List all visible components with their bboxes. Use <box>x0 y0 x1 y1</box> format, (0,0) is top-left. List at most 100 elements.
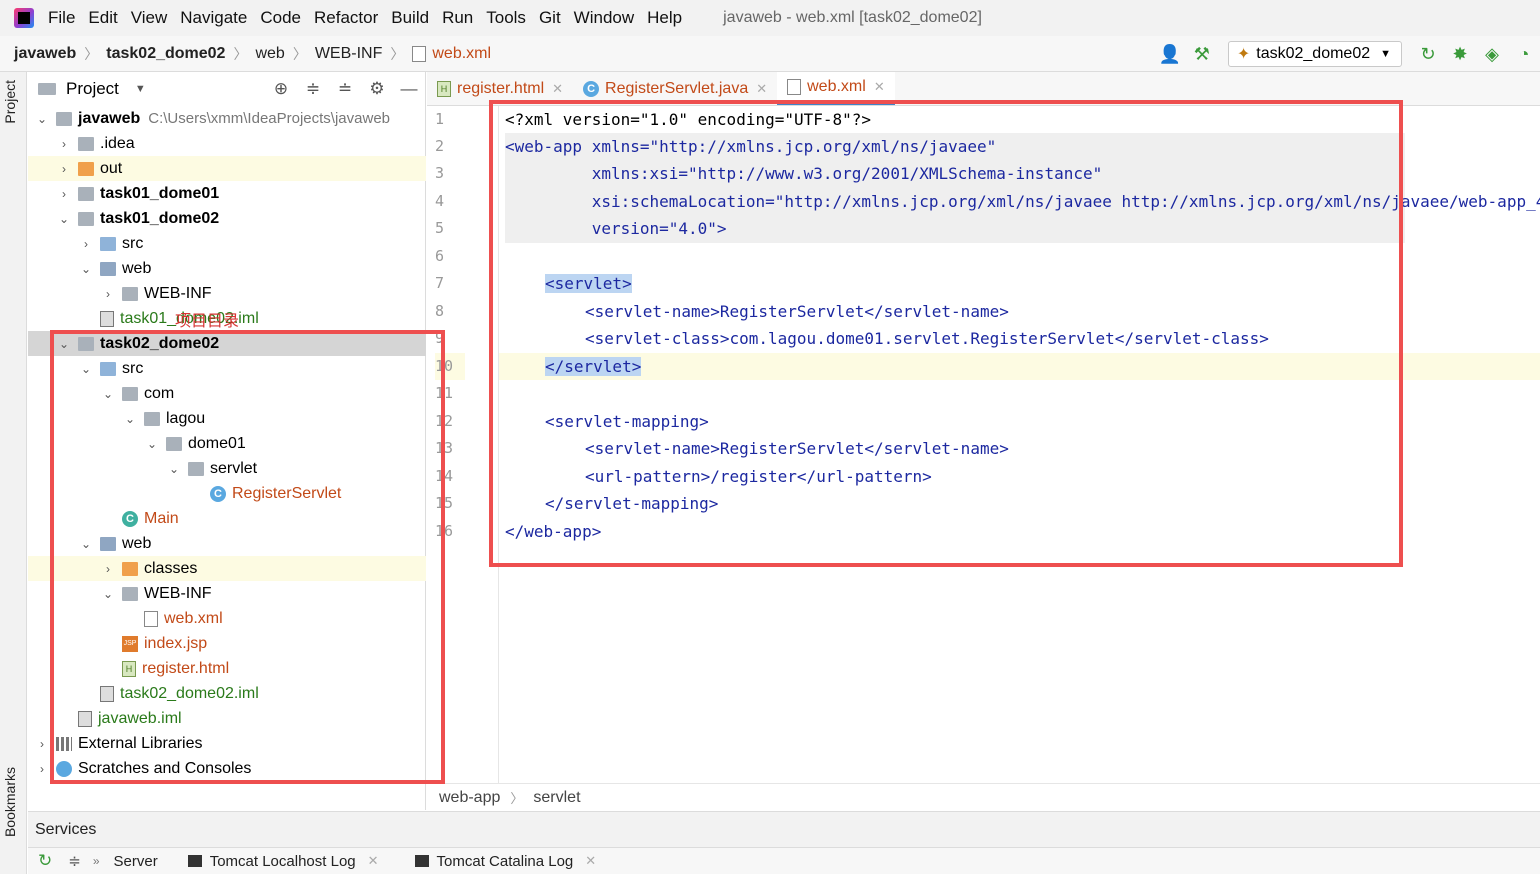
user-icon[interactable]: 👤 <box>1159 43 1181 65</box>
chevron-down-icon[interactable]: ⌄ <box>78 262 94 276</box>
menu-build[interactable]: Build <box>391 8 429 28</box>
tree-row[interactable]: ⌄ javaweb C:\Users\xmm\IdeaProjects\javawe… <box>28 106 426 131</box>
line-number: 3 <box>435 164 445 182</box>
tree-row[interactable]: Hregister.html <box>28 656 426 681</box>
more-icon[interactable]: » <box>93 854 100 868</box>
services-title[interactable]: Services <box>35 821 96 839</box>
tree-row[interactable]: ⌄ dome01 <box>28 431 426 456</box>
menu-help[interactable]: Help <box>647 8 682 28</box>
bookmarks-tool-tab[interactable]: Bookmarks <box>2 767 18 837</box>
tree-row[interactable]: ⌄ servlet <box>28 456 426 481</box>
tab-tomcat-catalina-log[interactable]: Tomcat Catalina Log <box>437 853 574 870</box>
code-editor[interactable]: <?xml version="1.0" encoding="UTF-8"?> <… <box>499 106 1540 786</box>
tree-row[interactable]: › Scratches and Consoles <box>28 756 426 781</box>
tree-row[interactable]: › External Libraries <box>28 731 426 756</box>
tree-row[interactable]: ⌄ lagou <box>28 406 426 431</box>
close-icon[interactable]: ✕ <box>552 81 563 97</box>
project-view-icon <box>38 83 56 95</box>
close-icon[interactable]: ✕ <box>368 853 379 869</box>
tree-row[interactable]: ⌄ web <box>28 531 426 556</box>
chevron-right-icon[interactable]: › <box>56 187 72 201</box>
breadcrumb-task02[interactable]: task02_dome02 <box>106 45 225 63</box>
chevron-right-icon[interactable]: › <box>56 137 72 151</box>
tab-register-html[interactable]: Hregister.html ✕ <box>427 72 573 105</box>
refresh-icon[interactable]: ↻ <box>38 851 52 871</box>
profile-icon[interactable]: ◔ <box>1513 43 1535 65</box>
build-hammer-icon[interactable]: ⚒ <box>1191 43 1213 65</box>
breadcrumb-web-app[interactable]: web-app <box>439 789 500 807</box>
collapse-all-icon[interactable]: ≐ <box>334 78 356 100</box>
expand-all-icon[interactable]: ≑ <box>302 78 324 100</box>
tree-row[interactable]: ⌄ web <box>28 256 426 281</box>
tree-row[interactable]: web.xml <box>28 606 426 631</box>
close-icon[interactable]: ✕ <box>585 853 596 869</box>
chevron-down-icon[interactable]: ⌄ <box>100 387 116 401</box>
menu-tools[interactable]: Tools <box>486 8 526 28</box>
chevron-down-icon[interactable]: ⌄ <box>56 337 72 351</box>
tree-row[interactable]: task01_dome02.iml 项目目录 <box>28 306 426 331</box>
breadcrumb-webinf[interactable]: WEB-INF <box>315 45 383 63</box>
tree-row[interactable]: C Main <box>28 506 426 531</box>
tree-row[interactable]: › .idea <box>28 131 426 156</box>
chevron-down-icon[interactable]: ⌄ <box>34 112 50 126</box>
tree-row[interactable]: › classes <box>28 556 426 581</box>
chevron-down-icon[interactable]: ⌄ <box>166 462 182 476</box>
menu-run[interactable]: Run <box>442 8 473 28</box>
breadcrumb-web[interactable]: web <box>255 45 284 63</box>
breadcrumb-servlet[interactable]: servlet <box>533 789 580 807</box>
menu-file[interactable]: File <box>48 8 75 28</box>
libraries-icon <box>56 736 72 751</box>
tree-row[interactable]: ⌄ WEB-INF <box>28 581 426 606</box>
tree-row[interactable]: › WEB-INF <box>28 281 426 306</box>
menu-navigate[interactable]: Navigate <box>180 8 247 28</box>
close-icon[interactable]: ✕ <box>874 79 885 95</box>
locate-icon[interactable]: ⊕ <box>270 78 292 100</box>
chevron-down-icon[interactable]: ⌄ <box>144 437 160 451</box>
run-config-select[interactable]: ✦ task02_dome02 ▼ <box>1227 41 1402 67</box>
breadcrumb-webxml[interactable]: web.xml <box>432 45 491 63</box>
chevron-right-icon[interactable]: › <box>34 737 50 751</box>
breadcrumb-javaweb[interactable]: javaweb <box>14 45 76 63</box>
chevron-down-icon[interactable]: ⌄ <box>122 412 138 426</box>
menu-edit[interactable]: Edit <box>88 8 117 28</box>
chevron-down-icon[interactable]: ⌄ <box>78 537 94 551</box>
menu-view[interactable]: View <box>131 8 168 28</box>
expand-all-icon[interactable]: ≑ <box>68 852 81 870</box>
chevron-down-icon[interactable]: ⌄ <box>78 362 94 376</box>
coverage-icon[interactable]: ◈ <box>1481 43 1503 65</box>
project-view-select[interactable]: Project <box>66 79 119 99</box>
tree-row[interactable]: › out <box>28 156 426 181</box>
gear-icon[interactable]: ⚙ <box>366 78 388 100</box>
tree-row[interactable]: › src <box>28 231 426 256</box>
tree-row[interactable]: javaweb.iml <box>28 706 426 731</box>
tree-row[interactable]: ⌄ com <box>28 381 426 406</box>
chevron-right-icon[interactable]: › <box>56 162 72 176</box>
tab-server[interactable]: Server <box>114 853 158 870</box>
project-tool-tab[interactable]: Project <box>2 80 18 124</box>
close-icon[interactable]: ✕ <box>756 81 767 97</box>
tree-row[interactable]: ⌄ src <box>28 356 426 381</box>
hide-icon[interactable]: — <box>398 78 420 100</box>
tree-row[interactable]: › task01_dome01 <box>28 181 426 206</box>
tree-row[interactable]: C RegisterServlet <box>28 481 426 506</box>
tree-row[interactable]: ⌄ task02_dome02 <box>28 331 426 356</box>
chevron-down-icon[interactable]: ⌄ <box>56 212 72 226</box>
tree-row[interactable]: JSP index.jsp <box>28 631 426 656</box>
chevron-right-icon[interactable]: › <box>100 287 116 301</box>
debug-icon[interactable]: ✸ <box>1449 43 1471 65</box>
menu-window[interactable]: Window <box>574 8 634 28</box>
tree-row[interactable]: task02_dome02.iml <box>28 681 426 706</box>
menu-git[interactable]: Git <box>539 8 561 28</box>
chevron-right-icon[interactable]: › <box>34 762 50 776</box>
chevron-right-icon[interactable]: › <box>100 562 116 576</box>
tab-tomcat-localhost-log[interactable]: Tomcat Localhost Log <box>210 853 356 870</box>
rerun-icon[interactable]: ↻ <box>1417 43 1439 65</box>
chevron-right-icon[interactable]: › <box>78 237 94 251</box>
chevron-down-icon[interactable]: ▼ <box>135 83 146 95</box>
tab-registerservlet-java[interactable]: C RegisterServlet.java ✕ <box>573 72 777 105</box>
tree-row[interactable]: ⌄ task01_dome02 <box>28 206 426 231</box>
menu-code[interactable]: Code <box>260 8 301 28</box>
menu-refactor[interactable]: Refactor <box>314 8 378 28</box>
chevron-down-icon[interactable]: ⌄ <box>100 587 116 601</box>
tab-web-xml[interactable]: web.xml ✕ <box>777 72 895 105</box>
